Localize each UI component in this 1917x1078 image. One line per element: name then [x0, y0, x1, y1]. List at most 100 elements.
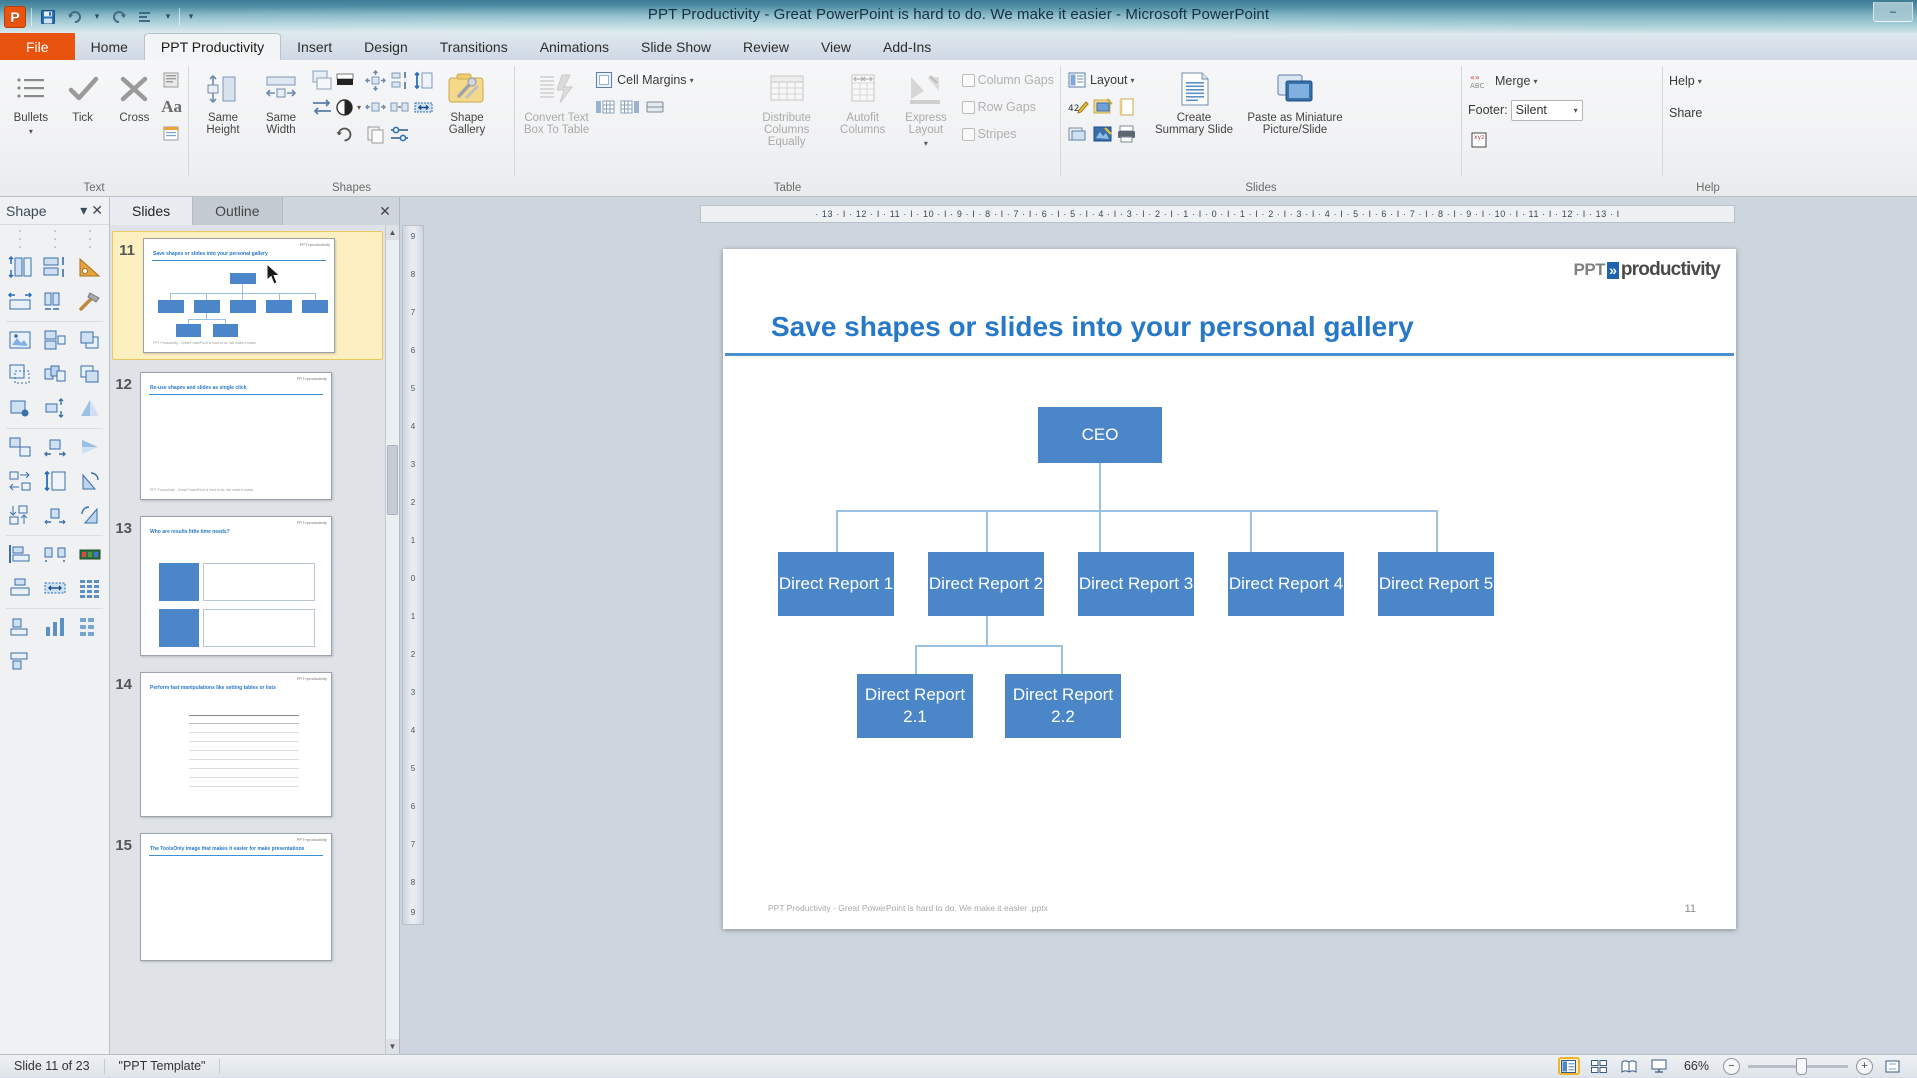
slide-sorter-view-button[interactable] — [1588, 1057, 1610, 1075]
column-gaps-checkbox[interactable] — [961, 73, 975, 87]
footer-select[interactable]: Silent ▾ — [1510, 99, 1583, 121]
shape-swap-button[interactable] — [2, 431, 37, 465]
minimize-button[interactable]: – — [1873, 2, 1913, 22]
row-gaps-checkbox[interactable] — [961, 100, 975, 114]
tab-transitions[interactable]: Transitions — [424, 33, 524, 60]
resize-height-icon[interactable] — [413, 70, 434, 91]
orgchart-node-dr3[interactable]: Direct Report 3 — [1078, 552, 1194, 616]
distribute-columns-button[interactable]: Distribute Columns Equally — [744, 64, 829, 148]
shape-same-height-button[interactable] — [2, 251, 37, 285]
shape-group-button[interactable] — [37, 358, 72, 392]
shape-color-palette-button[interactable] — [72, 538, 107, 572]
shape-insert-picture-button[interactable] — [2, 324, 37, 358]
shape-hammer-button[interactable] — [72, 285, 107, 319]
copy-format-icon[interactable] — [365, 124, 386, 145]
fit-to-window-button[interactable] — [1881, 1057, 1903, 1075]
tab-file[interactable]: File — [0, 33, 75, 60]
zoom-in-button[interactable]: + — [1856, 1057, 1873, 1075]
thumbnail-item-11[interactable]: 11 PPT»productivity Save shapes or slide… — [112, 231, 383, 360]
drag-handle[interactable] — [2, 235, 107, 243]
same-width-button[interactable]: Same Width — [253, 64, 309, 136]
tab-animations[interactable]: Animations — [524, 33, 625, 60]
rotate-button[interactable] — [335, 121, 361, 147]
shape-bring-forward-button[interactable] — [72, 324, 107, 358]
scroll-down-icon[interactable]: ▼ — [386, 1039, 399, 1054]
shape-chart-button[interactable] — [37, 611, 72, 645]
tab-insert[interactable]: Insert — [281, 33, 348, 60]
slide-title[interactable]: Save shapes or slides into your personal… — [771, 311, 1414, 343]
shape-rotate-right-button[interactable] — [72, 499, 107, 533]
vertical-ruler[interactable]: 9 8 7 6 5 4 3 2 1 0 1 2 3 4 5 6 7 8 9 — [402, 225, 424, 925]
shrink-horizontal-icon[interactable] — [365, 97, 387, 118]
autofit-columns-button[interactable]: Autofit Columns — [831, 64, 894, 136]
text-paragraph-button[interactable] — [161, 67, 182, 93]
thumbnail-item-14[interactable]: 14 PPT»productivity Perform fast manipul… — [110, 664, 385, 817]
blank-slide-icon[interactable] — [1117, 97, 1137, 117]
stripes-checkbox[interactable] — [961, 127, 975, 141]
thumbnail-preview[interactable]: PPT»productivity Re-use shapes and slide… — [140, 372, 332, 500]
shape-expand-horizontal-button[interactable] — [37, 538, 72, 572]
tab-home[interactable]: Home — [75, 33, 144, 60]
shape-select-button[interactable] — [2, 358, 37, 392]
slide-export-icon[interactable] — [1067, 124, 1089, 144]
spread-horizontal-icon[interactable] — [365, 69, 387, 91]
stripes-checkbox-row[interactable]: Stripes — [961, 121, 1054, 147]
reading-view-button[interactable] — [1618, 1057, 1640, 1075]
paste-miniature-button[interactable]: Paste as Miniature Picture/Slide — [1239, 64, 1351, 136]
create-summary-slide-button[interactable]: Create Summary Slide — [1151, 64, 1237, 136]
scroll-up-icon[interactable]: ▲ — [386, 225, 399, 240]
shape-same-width-button[interactable] — [2, 285, 37, 319]
zoom-out-button[interactable]: − — [1723, 1057, 1740, 1075]
slide-editing-canvas[interactable]: PPT » productivity Save shapes or slides… — [723, 249, 1736, 929]
tab-add-ins[interactable]: Add-Ins — [867, 33, 947, 60]
chevron-down-icon[interactable]: ▾ — [357, 103, 361, 112]
thumbnail-item-12[interactable]: 12 PPT»productivity Re-use shapes and sl… — [110, 364, 385, 500]
print-icon[interactable] — [1116, 124, 1137, 144]
slide-image-icon[interactable] — [1092, 124, 1113, 144]
scrollbar-thumb[interactable] — [387, 445, 398, 515]
shape-table-grid-button[interactable] — [72, 572, 107, 606]
shape-spread-horizontal-button[interactable] — [37, 431, 72, 465]
same-height-button[interactable]: Same Height — [195, 64, 251, 136]
shape-spread-vertical-button[interactable] — [37, 392, 72, 426]
slides-pane-scrollbar[interactable]: ▲ ▼ — [385, 225, 399, 1054]
tab-review[interactable]: Review — [727, 33, 805, 60]
cell-margins-button[interactable]: Cell Margins ▾ — [594, 67, 742, 93]
convert-text-to-table-button[interactable]: Convert Text Box To Table — [521, 64, 592, 136]
tab-view[interactable]: View — [805, 33, 867, 60]
shape-duplicate-button[interactable] — [37, 324, 72, 358]
orgchart-node-dr5[interactable]: Direct Report 5 — [1378, 552, 1494, 616]
merge-button[interactable]: «» ABC Merge ▾ — [1468, 68, 1537, 94]
orgchart-node-dr4[interactable]: Direct Report 4 — [1228, 552, 1344, 616]
orgchart-node-dr2[interactable]: Direct Report 2 — [928, 552, 1044, 616]
shape-shrink-horizontal-button[interactable] — [37, 499, 72, 533]
thumbnail-preview[interactable]: PPT»productivity Who are results little … — [140, 516, 332, 656]
orgchart-node-dr22[interactable]: Direct Report 2.2 — [1005, 674, 1121, 738]
row-gaps-checkbox-row[interactable]: Row Gaps — [961, 94, 1054, 120]
express-layout-button[interactable]: Express Layout ▾ — [896, 64, 955, 150]
shape-matrix-button[interactable] — [72, 611, 107, 645]
tab-outline[interactable]: Outline — [193, 197, 283, 225]
bullets-button[interactable]: Bullets ▾ — [6, 64, 56, 138]
shape-rotate-left-button[interactable] — [72, 465, 107, 499]
slide-show-button[interactable] — [1648, 1057, 1670, 1075]
chevron-down-icon[interactable]: ▾ — [690, 76, 694, 85]
xyz-note-row[interactable]: xyz — [1468, 126, 1490, 152]
zoom-slider-handle[interactable] — [1796, 1057, 1807, 1075]
thumbnail-preview[interactable]: PPT»productivity Save shapes or slides i… — [143, 238, 335, 353]
slide-thumbnail-list[interactable]: 11 PPT»productivity Save shapes or slide… — [110, 225, 385, 1054]
chevron-down-icon[interactable]: ▾ — [924, 138, 928, 150]
drag-handle[interactable] — [2, 243, 107, 251]
chevron-down-icon[interactable]: ▾ — [80, 202, 87, 219]
shape-align-left-button[interactable] — [2, 538, 37, 572]
drag-handle[interactable] — [2, 227, 107, 235]
align-distribute-h-button[interactable] — [311, 67, 333, 93]
merge-cells-icon[interactable] — [644, 97, 666, 117]
close-icon[interactable]: ✕ — [371, 197, 399, 225]
fit-width-icon[interactable] — [413, 97, 434, 118]
tab-slide-show[interactable]: Slide Show — [625, 33, 727, 60]
shape-align-top-button[interactable] — [2, 645, 37, 679]
text-box-button[interactable] — [161, 121, 182, 147]
spread-vertical-icon[interactable] — [389, 70, 410, 91]
normal-view-button[interactable] — [1557, 1057, 1580, 1075]
